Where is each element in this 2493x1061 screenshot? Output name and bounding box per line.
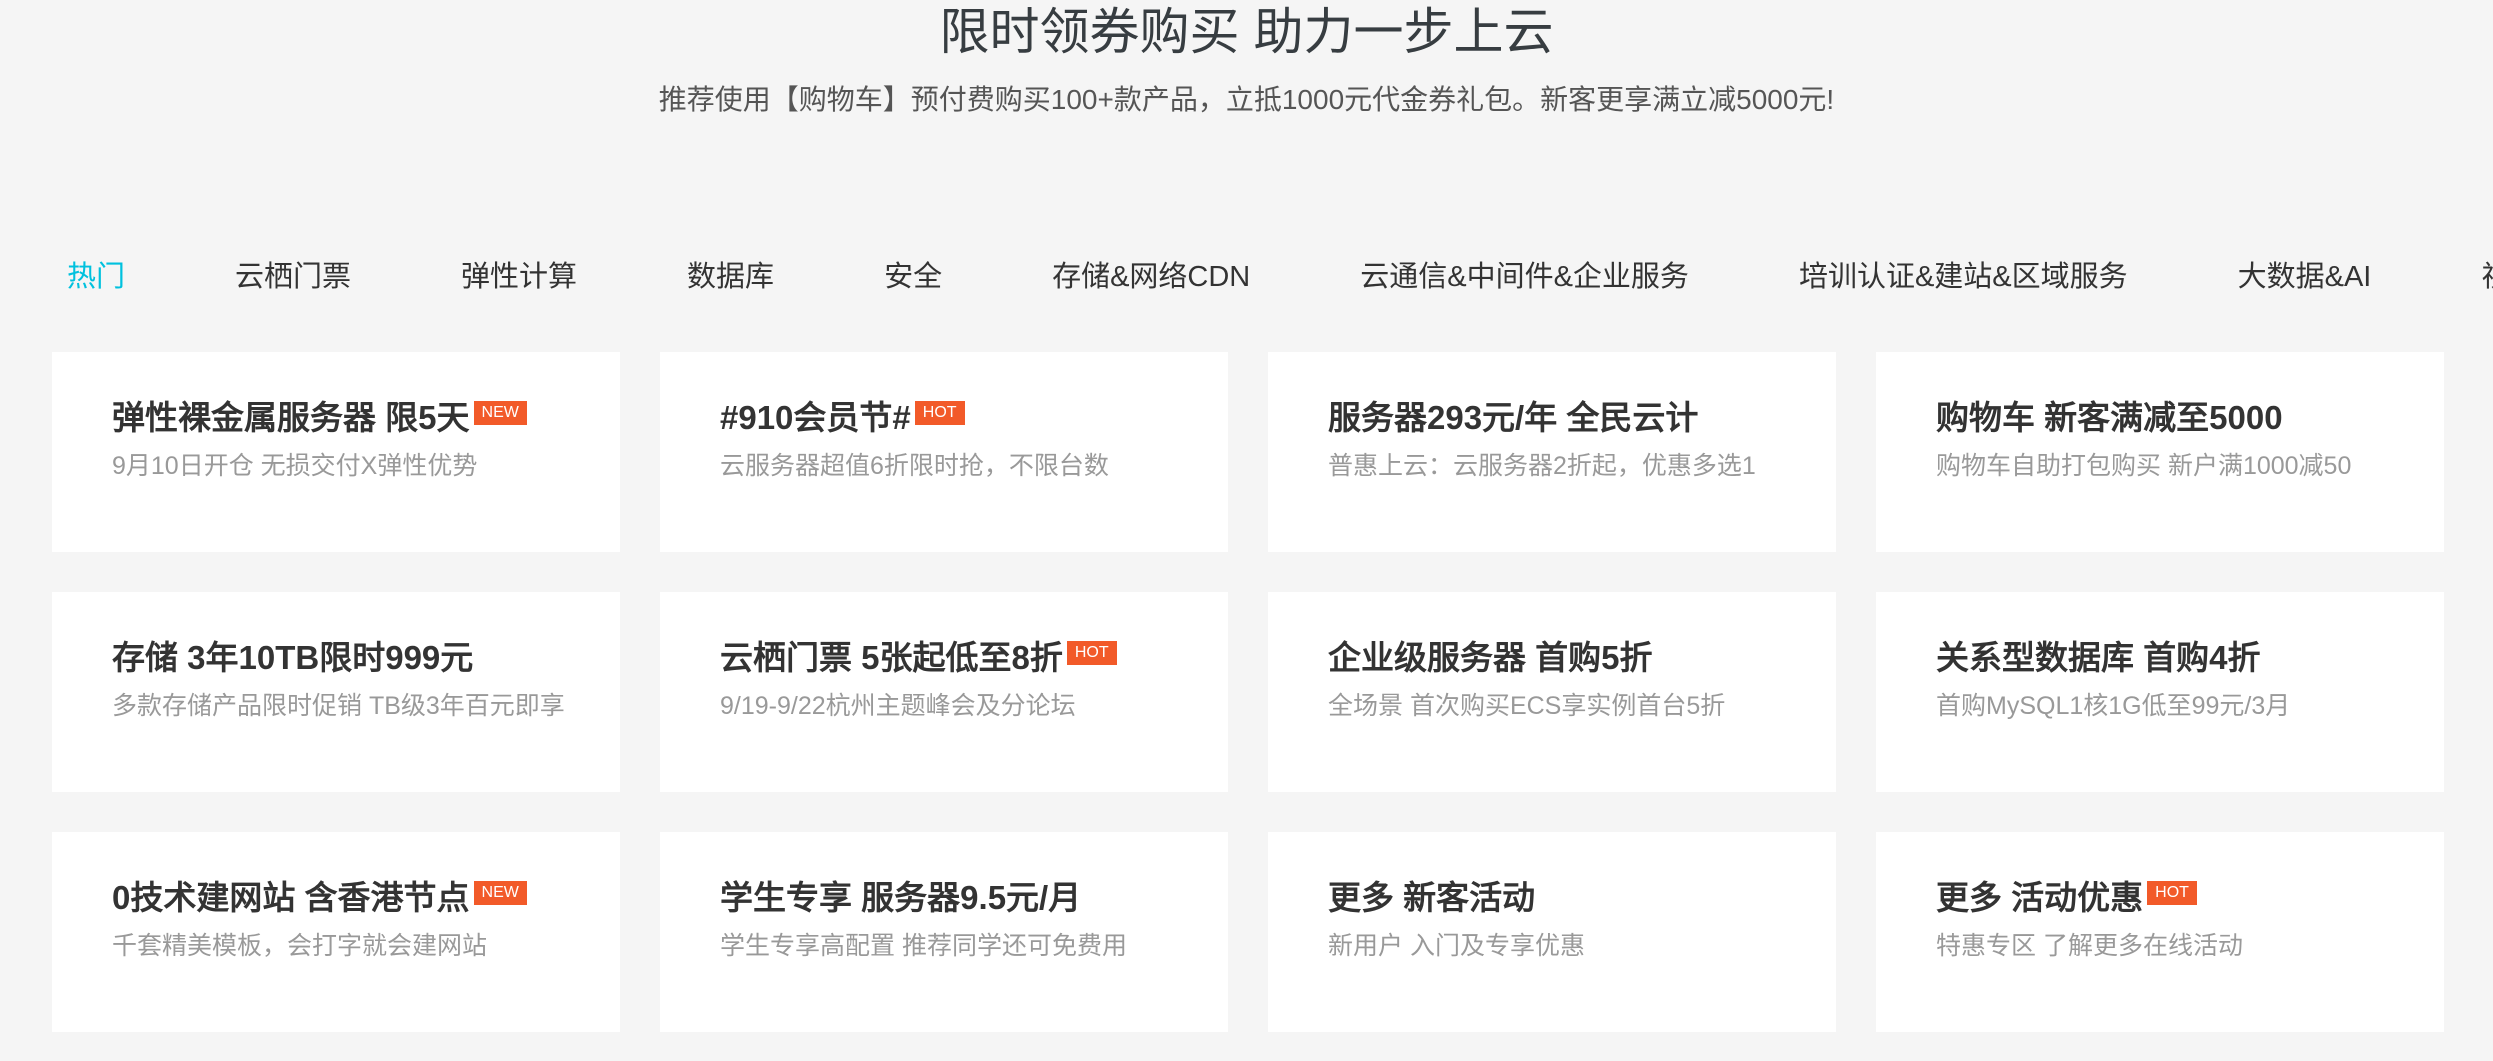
card-description: 普惠上云：云服务器2折起，优惠多选1: [1328, 452, 1756, 480]
card-title: 云栖门票 5张起低至8折: [720, 639, 1063, 676]
tab-label: 大数据&AI: [2237, 261, 2372, 293]
card-description: 9/19-9/22杭州主题峰会及分论坛: [720, 692, 1076, 720]
promo-card[interactable]: 企业级服务器 首购5折全场景 首次购买ECS享实例首台5折: [1268, 592, 1836, 792]
tab-9[interactable]: 视频其他: [2466, 252, 2493, 302]
card-description: 首购MySQL1核1G低至99元/3月: [1936, 692, 2291, 720]
tab-0[interactable]: 热门: [52, 252, 140, 302]
card-title: 购物车 新客满减至5000: [1936, 399, 2283, 436]
promo-card[interactable]: 更多 新客活动新用户 入门及专享优惠: [1268, 832, 1836, 1032]
card-title-row: 弹性裸金属服务器 限5天 NEW: [112, 390, 600, 440]
promo-card[interactable]: 弹性裸金属服务器 限5天 NEW 9月10日开仓 无损交付X弹性优势: [52, 352, 620, 552]
card-description: 购物车自助打包购买 新户满1000减50: [1936, 452, 2352, 480]
card-description: 多款存储产品限时促销 TB级3年百元即享: [112, 692, 565, 720]
card-title-row: 云栖门票 5张起低至8折 HOT: [720, 630, 1208, 680]
card-title: #910会员节#: [720, 399, 911, 436]
card-badge: HOT: [2147, 881, 2197, 905]
card-title-row: 更多 活动优惠 HOT: [1936, 870, 2424, 920]
promo-card[interactable]: 关系型数据库 首购4折首购MySQL1核1G低至99元/3月: [1876, 592, 2444, 792]
tab-label: 存储&网络CDN: [1052, 261, 1251, 293]
card-badge: HOT: [1066, 641, 1117, 665]
card-title: 更多 活动优惠: [1936, 879, 2144, 916]
promo-page: 限时领券购买 助力一步上云 推荐使用【购物车】预付费购买100+款产品，立抵10…: [0, 0, 2493, 1061]
card-title: 服务器293元/年 全民云计: [1328, 399, 1699, 436]
tab-2[interactable]: 弹性计算: [446, 252, 592, 302]
promo-card[interactable]: 服务器293元/年 全民云计普惠上云：云服务器2折起，优惠多选1: [1268, 352, 1836, 552]
card-description: 学生专享高配置 推荐同学还可免费用: [720, 932, 1127, 960]
tab-label: 弹性计算: [461, 261, 578, 293]
promo-card[interactable]: 云栖门票 5张起低至8折 HOT 9/19-9/22杭州主题峰会及分论坛: [660, 592, 1228, 792]
tab-3[interactable]: 数据库: [672, 252, 789, 302]
tab-1[interactable]: 云栖门票: [220, 252, 366, 302]
card-title-row: 存储 3年10TB限时999元: [112, 630, 600, 680]
tab-label: 热门: [67, 261, 126, 293]
card-title-row: 服务器293元/年 全民云计: [1328, 390, 1816, 440]
promo-card[interactable]: 0技术建网站 含香港节点 NEW 千套精美模板，会打字就会建网站: [52, 832, 620, 1032]
card-badge: NEW: [473, 401, 527, 425]
tab-5[interactable]: 存储&网络CDN: [1037, 252, 1265, 302]
tab-4[interactable]: 安全: [869, 252, 957, 302]
card-description: 特惠专区 了解更多在线活动: [1936, 932, 2243, 960]
promo-card[interactable]: 学生专享 服务器9.5元/月学生专享高配置 推荐同学还可免费用: [660, 832, 1228, 1032]
tab-label: 云栖门票: [235, 261, 352, 293]
card-title: 关系型数据库 首购4折: [1936, 639, 2261, 676]
card-title-row: 关系型数据库 首购4折: [1936, 630, 2424, 680]
card-title: 更多 新客活动: [1328, 879, 1536, 916]
page-subtitle: 推荐使用【购物车】预付费购买100+款产品，立抵1000元代金券礼包。新客更享满…: [658, 84, 1835, 115]
card-title-row: 企业级服务器 首购5折: [1328, 630, 1816, 680]
card-description: 千套精美模板，会打字就会建网站: [112, 932, 488, 960]
card-description: 全场景 首次购买ECS享实例首台5折: [1328, 692, 1726, 720]
card-title: 存储 3年10TB限时999元: [112, 639, 474, 676]
promo-card-grid: 弹性裸金属服务器 限5天 NEW 9月10日开仓 无损交付X弹性优势 #910会员节#…: [52, 352, 2444, 1032]
page-title: 限时领券购买 助力一步上云: [939, 4, 1554, 60]
category-tabs: 热门 云栖门票 弹性计算 数据库 安全 存储&网络CDN 云通信&中间件&企业服务 培训认证&…: [52, 252, 2493, 302]
card-title-row: 更多 新客活动: [1328, 870, 1816, 920]
promo-card[interactable]: 购物车 新客满减至5000 购物车自助打包购买 新户满1000减50: [1876, 352, 2444, 552]
card-badge: NEW: [473, 881, 527, 905]
card-description: 新用户 入门及专享优惠: [1328, 932, 1585, 960]
card-title-row: #910会员节# HOT: [720, 390, 1208, 440]
tab-8[interactable]: 大数据&AI: [2223, 252, 2387, 302]
card-title: 弹性裸金属服务器 限5天: [112, 399, 470, 436]
card-title: 0技术建网站 含香港节点: [112, 879, 470, 916]
tab-label: 视频其他: [2466, 252, 2493, 302]
card-title-row: 购物车 新客满减至5000: [1936, 390, 2424, 440]
tab-label: 云通信&中间件&企业服务: [1360, 261, 1689, 293]
tab-label: 安全: [884, 261, 943, 293]
card-title: 学生专享 服务器9.5元/月: [720, 879, 1082, 916]
promo-card[interactable]: 更多 活动优惠 HOT 特惠专区 了解更多在线活动: [1876, 832, 2444, 1032]
card-description: 9月10日开仓 无损交付X弹性优势: [112, 452, 478, 480]
promo-card[interactable]: #910会员节# HOT 云服务器超值6折限时抢，不限台数: [660, 352, 1228, 552]
tab-label: 培训认证&建站&区域服务: [1798, 261, 2128, 293]
tab-6[interactable]: 云通信&中间件&企业服务: [1345, 252, 1704, 302]
card-title: 企业级服务器 首购5折: [1328, 639, 1653, 676]
tab-7[interactable]: 培训认证&建站&区域服务: [1784, 252, 2143, 302]
tab-label: 数据库: [687, 261, 775, 293]
card-title-row: 0技术建网站 含香港节点 NEW: [112, 870, 600, 920]
promo-card[interactable]: 存储 3年10TB限时999元多款存储产品限时促销 TB级3年百元即享: [52, 592, 620, 792]
card-title-row: 学生专享 服务器9.5元/月: [720, 870, 1208, 920]
card-badge: HOT: [914, 401, 965, 425]
card-description: 云服务器超值6折限时抢，不限台数: [720, 452, 1109, 480]
